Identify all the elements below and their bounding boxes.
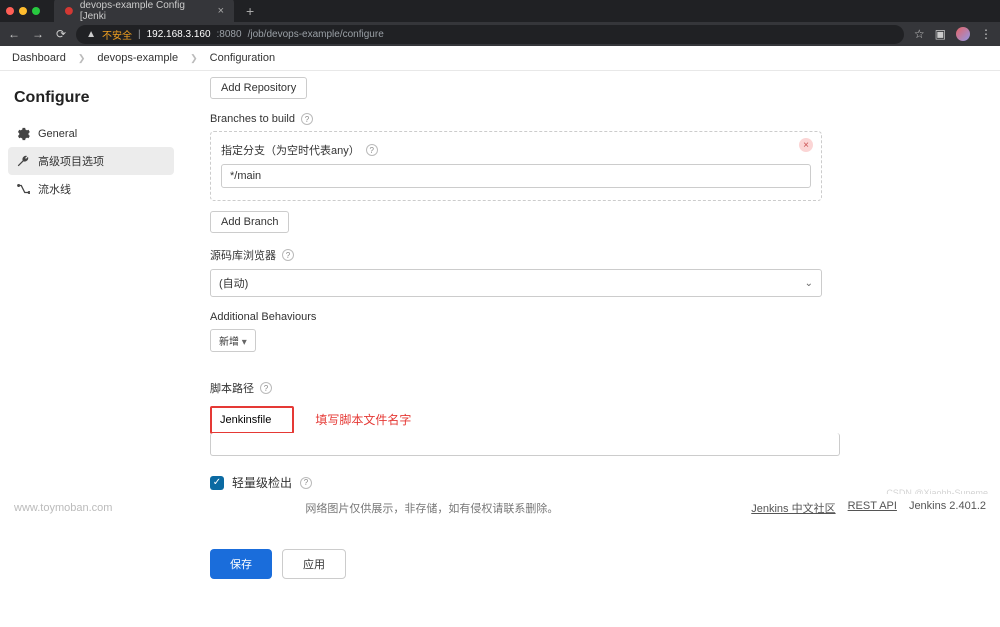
sidebar-item-pipeline[interactable]: 流水线 (8, 175, 174, 203)
tab-title: devops-example Config [Jenki (80, 0, 212, 22)
close-window-icon[interactable] (6, 7, 14, 15)
chevron-right-icon: ❯ (78, 53, 86, 64)
url-input[interactable]: ▲ 不安全 | 192.168.3.160:8080/job/devops-ex… (76, 25, 904, 44)
maximize-window-icon[interactable] (32, 7, 40, 15)
browser-tab[interactable]: devops-example Config [Jenki × (54, 0, 234, 25)
chevron-down-icon: ⌄ (805, 278, 813, 289)
script-path-full-input[interactable] (210, 433, 840, 456)
minimize-window-icon[interactable] (19, 7, 27, 15)
star-icon[interactable]: ☆ (914, 27, 925, 41)
watermark-text: 网络图片仅供展示，非存储，如有侵权请联系删除。 (305, 500, 558, 516)
chevron-down-icon: ▾ (242, 337, 247, 348)
new-tab-button[interactable]: + (240, 3, 260, 19)
add-behaviour-button[interactable]: 新增 ▾ (210, 329, 256, 352)
sidebar-item-label: General (38, 128, 77, 140)
wrench-icon (16, 154, 30, 168)
script-path-input[interactable] (212, 408, 292, 432)
help-icon[interactable]: ? (300, 477, 312, 489)
lightweight-checkout-row[interactable]: ✓ 轻量级检出 ? (210, 474, 840, 491)
repo-browser-select[interactable]: (自动) ⌄ (210, 269, 822, 297)
script-path-highlight (210, 406, 294, 434)
help-icon[interactable]: ? (301, 113, 313, 125)
security-warning: 不安全 (102, 27, 132, 42)
insecure-icon: ▲ (86, 29, 96, 40)
menu-icon[interactable]: ⋮ (980, 27, 992, 41)
help-icon[interactable]: ? (366, 144, 378, 156)
repo-browser-label: 源码库浏览器 ? (210, 247, 822, 263)
branch-spec-label: 指定分支（为空时代表any） ? (221, 142, 811, 158)
action-buttons: 保存 应用 (210, 541, 986, 587)
browser-chrome: devops-example Config [Jenki × + ← → ⟳ ▲… (0, 0, 1000, 46)
remove-branch-icon[interactable]: × (799, 138, 813, 152)
apply-button[interactable]: 应用 (282, 549, 346, 579)
address-bar: ← → ⟳ ▲ 不安全 | 192.168.3.160:8080/job/dev… (0, 22, 1000, 46)
save-button[interactable]: 保存 (210, 549, 272, 579)
branches-to-build-label: Branches to build ? (210, 113, 822, 125)
branch-spec-input[interactable] (221, 164, 811, 188)
sidebar-item-label: 流水线 (38, 181, 71, 197)
extensions-icon[interactable]: ▣ (935, 27, 946, 41)
rest-api-link[interactable]: REST API (848, 500, 897, 516)
url-host: 192.168.3.160 (147, 29, 211, 40)
sidebar-item-label: 高级项目选项 (38, 153, 104, 169)
add-repository-button[interactable]: Add Repository (210, 77, 307, 99)
content-area: Add Repository Branches to build ? × 指定分… (182, 71, 1000, 627)
breadcrumb-item[interactable]: Configuration (210, 52, 275, 64)
sidebar-item-general[interactable]: General (8, 121, 174, 147)
add-branch-button[interactable]: Add Branch (210, 211, 289, 233)
help-icon[interactable]: ? (282, 249, 294, 261)
reload-icon[interactable]: ⟳ (56, 27, 66, 41)
sidebar-item-advanced[interactable]: 高级项目选项 (8, 147, 174, 175)
sidebar: Configure General 高级项目选项 流水线 (0, 71, 182, 627)
tab-bar: devops-example Config [Jenki × + (0, 0, 1000, 22)
branch-spec-box: × 指定分支（为空时代表any） ? (210, 131, 822, 201)
forward-icon[interactable]: → (32, 27, 44, 41)
breadcrumb: Dashboard ❯ devops-example ❯ Configurati… (0, 46, 1000, 71)
gear-icon (16, 127, 30, 141)
jenkins-community-link[interactable]: Jenkins 中文社区 (751, 500, 835, 516)
window-controls (6, 7, 40, 15)
page-title: Configure (14, 89, 168, 107)
jenkins-version: Jenkins 2.401.2 (909, 500, 986, 516)
additional-behaviours-label: Additional Behaviours (210, 311, 822, 323)
breadcrumb-item[interactable]: Dashboard (12, 52, 66, 64)
watermark-host: www.toymoban.com (14, 502, 112, 514)
pipeline-icon (16, 182, 30, 196)
select-value: (自动) (219, 275, 248, 291)
page-footer: www.toymoban.com 网络图片仅供展示，非存储，如有侵权请联系删除。… (0, 494, 1000, 522)
jenkins-favicon-icon (64, 6, 74, 16)
help-icon[interactable]: ? (260, 382, 272, 394)
breadcrumb-item[interactable]: devops-example (97, 52, 178, 64)
profile-avatar[interactable] (956, 27, 970, 41)
annotation-text: 填写脚本文件名字 (315, 413, 411, 427)
lightweight-checkout-label: 轻量级检出 (232, 474, 292, 491)
checkbox-checked-icon[interactable]: ✓ (210, 476, 224, 490)
back-icon[interactable]: ← (8, 27, 20, 41)
chevron-right-icon: ❯ (190, 53, 198, 64)
script-path-label: 脚本路径 ? (210, 380, 840, 396)
close-tab-icon[interactable]: × (218, 5, 224, 17)
